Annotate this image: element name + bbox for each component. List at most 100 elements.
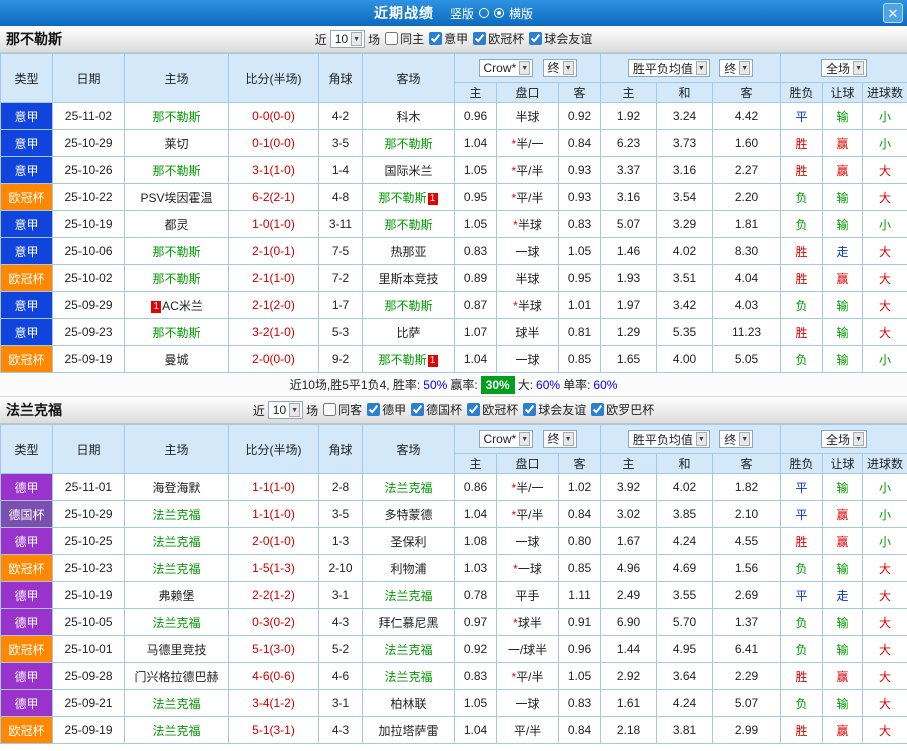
league-badge: 欧冠杯	[0, 264, 53, 292]
checkbox-input[interactable]	[591, 403, 605, 416]
checkbox-input[interactable]	[467, 403, 481, 416]
checkbox-label: 球会友谊	[544, 32, 593, 46]
scope-select-value: 全场	[826, 61, 851, 76]
asian-away-odds: 0.93	[557, 156, 602, 184]
scope-group-header: 全场 ▼	[780, 424, 907, 454]
euro-home-odds: 1.46	[600, 237, 658, 265]
euro-away-odds: 4.03	[712, 291, 782, 319]
horizontal-layout-radio[interactable]	[494, 8, 504, 18]
checkbox-input[interactable]	[385, 32, 399, 45]
away-team: 那不勒斯 1	[362, 183, 455, 211]
home-team: 1 AC米兰	[124, 291, 229, 319]
corner-count: 5-2	[318, 635, 363, 663]
asian-away-odds: 0.84	[557, 129, 602, 157]
match-row: 欧冠杯 25-10-23 法兰克福 1-5(1-3) 2-10 利物浦 1.03 *一球 0.8…	[0, 554, 907, 582]
asian-away-odds: 0.96	[557, 635, 602, 663]
match-count-select[interactable]: 10 ▼	[267, 401, 304, 419]
filter-checkbox[interactable]: 德甲	[367, 401, 406, 418]
bookmaker-select[interactable]: Crow* ▼	[478, 59, 534, 78]
filter-checkbox[interactable]: 球会友谊	[529, 30, 592, 47]
match-row: 德甲 25-10-19 弗赖堡 2-2(1-2) 3-1 法兰克福 0.78 平手 1.11 2.…	[0, 581, 907, 609]
handicap-result-cell: 走	[822, 581, 864, 609]
close-icon[interactable]: ✕	[883, 3, 903, 23]
scope-select[interactable]: 全场 ▼	[821, 430, 868, 448]
col-header-away: 客场	[362, 53, 455, 103]
corner-count: 4-3	[318, 716, 363, 744]
asian-final-value: 终	[547, 432, 560, 447]
big-rate-value: 60%	[536, 377, 561, 392]
match-count-select[interactable]: 10 ▼	[329, 30, 366, 48]
asian-final-select[interactable]: 终 ▼	[542, 429, 577, 448]
goals-result-cell: 小	[862, 527, 907, 555]
euro-draw-odds: 3.29	[656, 210, 714, 238]
euro-away-odds: 2.69	[712, 581, 782, 609]
match-row: 意甲 25-10-26 那不勒斯 3-1(1-0) 1-4 国际米兰 1.05 *平/半 0.9…	[0, 156, 907, 184]
euro-avg-select[interactable]: 胜平负均值 ▼	[627, 430, 710, 448]
checkbox-input[interactable]	[323, 403, 337, 416]
asian-handicap-line: 一球	[496, 527, 559, 555]
filter-checkbox[interactable]: 意甲	[429, 30, 468, 47]
asian-home-odds: 0.83	[454, 237, 497, 265]
asian-home-odds: 1.03	[454, 554, 497, 582]
chevron-down-icon: ▼	[695, 61, 707, 75]
filter-checkbox[interactable]: 同客	[323, 401, 362, 418]
home-team: 那不勒斯	[124, 156, 229, 184]
result-cell: 胜	[780, 716, 824, 744]
checkbox-input[interactable]	[429, 32, 443, 45]
col-header-asian-home: 主	[454, 82, 497, 103]
euro-home-odds: 1.92	[600, 102, 658, 130]
asian-away-odds: 0.85	[557, 554, 602, 582]
match-row: 意甲 25-11-02 那不勒斯 0-0(0-0) 4-2 科木 0.96 半球 0.92 1.9…	[0, 102, 907, 130]
euro-draw-odds: 3.51	[656, 264, 714, 292]
asian-home-odds: 0.78	[454, 581, 497, 609]
checkbox-input[interactable]	[529, 32, 543, 45]
filter-checkbox[interactable]: 球会友谊	[523, 401, 586, 418]
checkbox-input[interactable]	[523, 403, 537, 416]
filter-checkbox[interactable]: 德国杯	[411, 401, 462, 418]
euro-home-odds: 3.02	[600, 500, 658, 528]
filter-checkbox[interactable]: 同主	[385, 30, 424, 47]
euro-draw-odds: 3.54	[656, 183, 714, 211]
away-team: 利物浦	[362, 554, 455, 582]
league-badge: 欧冠杯	[0, 345, 53, 373]
vertical-layout-radio[interactable]	[479, 8, 489, 18]
match-score: 2-1(2-0)	[228, 291, 319, 319]
asian-away-odds: 0.92	[557, 102, 602, 130]
match-score: 3-2(1-0)	[228, 318, 319, 346]
handicap-rate-label: 赢率:	[450, 378, 478, 392]
checkbox-input[interactable]	[473, 32, 487, 45]
asian-odds-group-header: Crow* ▼ 终 ▼	[453, 53, 602, 83]
bookmaker-select[interactable]: Crow* ▼	[478, 430, 534, 449]
filter-checkbox[interactable]: 欧冠杯	[467, 401, 518, 418]
team-label: 圣保利	[390, 534, 427, 549]
chevron-down-icon: ▼	[289, 403, 301, 417]
euro-final-select[interactable]: 终 ▼	[719, 59, 754, 77]
euro-final-select[interactable]: 终 ▼	[719, 430, 754, 448]
checkbox-input[interactable]	[411, 403, 425, 416]
asian-home-odds: 1.07	[454, 318, 497, 346]
chevron-down-icon: ▼	[853, 61, 865, 75]
asian-home-odds: 1.05	[454, 689, 497, 717]
asian-final-select[interactable]: 终 ▼	[542, 58, 577, 77]
asian-handicap-line: 球半	[496, 318, 559, 346]
match-date: 25-10-23	[52, 554, 125, 582]
asian-away-odds: 0.85	[557, 345, 602, 373]
match-date: 25-10-19	[52, 210, 125, 238]
asian-away-odds: 0.83	[557, 689, 602, 717]
filter-checkbox[interactable]: 欧罗巴杯	[591, 401, 654, 418]
filter-checkbox[interactable]: 欧冠杯	[473, 30, 524, 47]
euro-avg-select[interactable]: 胜平负均值 ▼	[627, 59, 710, 77]
checkbox-label: 德甲	[382, 403, 407, 417]
euro-away-odds: 4.42	[712, 102, 782, 130]
team-label: 曼城	[164, 352, 189, 367]
league-filter-checkboxes: 同客 德甲 德国杯 欧冠杯 球会友谊 欧罗巴杯	[318, 401, 654, 419]
checkbox-input[interactable]	[367, 403, 381, 416]
euro-away-odds: 2.10	[712, 500, 782, 528]
team-label: 法兰克福	[152, 696, 201, 711]
goals-result-cell: 小	[862, 102, 907, 130]
league-badge: 意甲	[0, 291, 53, 319]
asian-home-odds: 1.08	[454, 527, 497, 555]
team-label: 拜仁慕尼黑	[378, 615, 439, 630]
page-title: 近期战绩	[373, 5, 434, 21]
scope-select[interactable]: 全场 ▼	[821, 59, 868, 77]
